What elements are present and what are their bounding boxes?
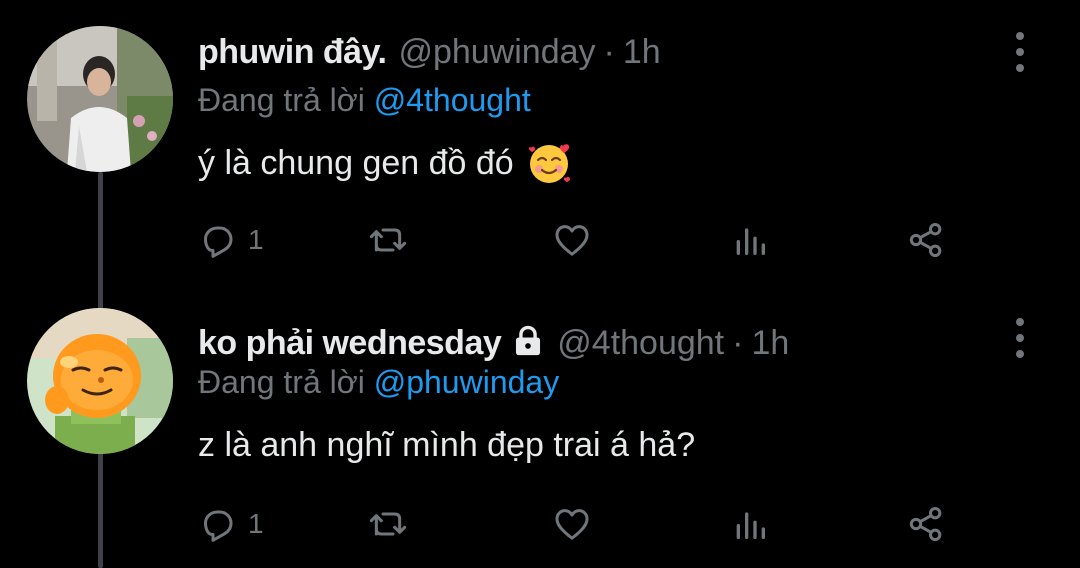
tweet-text: z là anh nghĩ mình đẹp trai á hả? [198, 426, 695, 465]
like-icon [555, 509, 589, 540]
like-button[interactable] [552, 502, 592, 546]
replying-to-label: Đang trả lời [198, 82, 365, 118]
separator-dot: · [732, 324, 744, 362]
replying-to: Đang trả lời @4thought [198, 82, 531, 119]
tweet-text-content: ý là chung gen đồ đó [198, 143, 514, 182]
tweet-text: ý là chung gen đồ đó [198, 140, 572, 186]
share-icon [909, 223, 942, 257]
more-icon[interactable] [1010, 318, 1030, 358]
replying-to-handle[interactable]: @4thought [374, 82, 531, 118]
tweet-header: phuwin đây. @phuwinday · 1h [198, 32, 661, 72]
replying-to: Đang trả lời @phuwinday [198, 364, 559, 401]
more-icon[interactable] [1010, 32, 1030, 72]
display-name[interactable]: ko phải wednesday [198, 323, 502, 363]
retweet-button[interactable] [368, 502, 408, 546]
views-button[interactable] [730, 502, 770, 546]
like-icon [555, 225, 589, 256]
reply-icon [204, 226, 233, 258]
tweet[interactable]: ko phải wednesday @4thought · 1h Đang tr… [0, 290, 1080, 568]
tweet-actions: 1 [198, 218, 958, 262]
retweet-button[interactable] [368, 218, 408, 262]
avatar[interactable] [27, 26, 173, 172]
views-icon [736, 228, 765, 255]
share-button[interactable] [906, 502, 946, 546]
lock-icon [511, 324, 545, 358]
timestamp[interactable]: 1h [751, 323, 789, 363]
replying-to-handle[interactable]: @phuwinday [374, 364, 559, 400]
user-handle[interactable]: @4thought [557, 323, 724, 363]
share-button[interactable] [906, 218, 946, 262]
retweet-icon [369, 228, 407, 252]
smiling-face-with-hearts-icon [526, 140, 572, 186]
separator-dot: · [603, 33, 615, 71]
tweet-header: ko phải wednesday @4thought · 1h [198, 320, 789, 363]
reply-icon [204, 510, 233, 542]
views-icon [736, 512, 765, 539]
reply-button[interactable]: 1 [198, 502, 264, 546]
user-handle[interactable]: @phuwinday [398, 32, 595, 72]
tweet-actions: 1 [198, 502, 958, 546]
share-icon [909, 507, 942, 541]
replying-to-label: Đang trả lời [198, 364, 365, 400]
reply-count: 1 [248, 508, 264, 539]
reply-button[interactable]: 1 [198, 218, 264, 262]
display-name[interactable]: phuwin đây. [198, 32, 387, 72]
avatar[interactable] [27, 308, 173, 454]
reply-count: 1 [248, 224, 264, 255]
timestamp[interactable]: 1h [623, 32, 661, 72]
views-button[interactable] [730, 218, 770, 262]
retweet-icon [369, 512, 407, 536]
tweet[interactable]: phuwin đây. @phuwinday · 1h Đang trả lời… [0, 0, 1080, 290]
tweet-text-content: z là anh nghĩ mình đẹp trai á hả? [198, 426, 696, 464]
like-button[interactable] [552, 218, 592, 262]
